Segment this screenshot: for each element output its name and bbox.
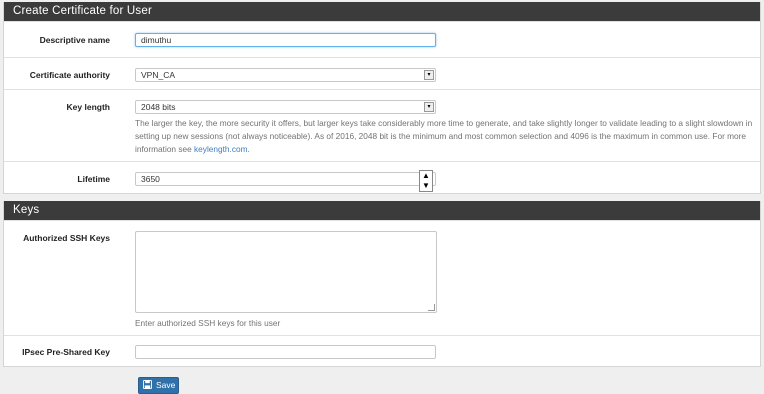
- certificate-authority-select[interactable]: VPN_CA ▾: [135, 68, 436, 82]
- floppy-disk-icon: [143, 380, 152, 389]
- keys-heading: Keys: [4, 201, 760, 220]
- key-length-selected: 2048 bits: [141, 102, 176, 112]
- descriptive-name-row: Descriptive name dimuthu: [4, 21, 760, 57]
- keys-panel: Keys Authorized SSH Keys Enter authorize…: [3, 201, 761, 367]
- lifetime-value: 3650: [141, 174, 160, 184]
- create-certificate-heading: Create Certificate for User: [4, 2, 760, 21]
- key-length-select[interactable]: 2048 bits ▾: [135, 100, 436, 114]
- certificate-authority-label: Certificate authority: [29, 70, 110, 80]
- lifetime-input[interactable]: 3650 ▲ ▼: [135, 170, 436, 192]
- key-length-help-end: .: [247, 144, 250, 154]
- ssh-keys-label: Authorized SSH Keys: [23, 233, 110, 243]
- dropdown-arrow-icon: ▾: [424, 102, 434, 112]
- spin-up-icon[interactable]: ▲: [420, 171, 432, 181]
- ssh-keys-row: Authorized SSH Keys Enter authorized SSH…: [4, 220, 760, 335]
- ssh-keys-help: Enter authorized SSH keys for this user: [135, 318, 281, 328]
- save-label: Save: [156, 380, 176, 390]
- ipsec-psk-label: IPsec Pre-Shared Key: [22, 347, 110, 357]
- descriptive-name-label: Descriptive name: [39, 35, 110, 45]
- descriptive-name-input[interactable]: dimuthu: [135, 33, 436, 47]
- create-certificate-panel: Create Certificate for User Descriptive …: [3, 2, 761, 194]
- keylength-link[interactable]: keylength.com: [194, 144, 248, 154]
- key-length-row: Key length 2048 bits ▾ The larger the ke…: [4, 89, 760, 161]
- lifetime-row: Lifetime 3650 ▲ ▼: [4, 161, 760, 194]
- certificate-authority-row: Certificate authority VPN_CA ▾: [4, 57, 760, 89]
- ipsec-psk-row: IPsec Pre-Shared Key: [4, 335, 760, 366]
- key-length-label: Key length: [66, 102, 110, 112]
- spin-down-icon[interactable]: ▼: [420, 181, 432, 191]
- resize-grip-icon[interactable]: [428, 304, 435, 311]
- certificate-authority-selected: VPN_CA: [141, 70, 176, 80]
- save-button[interactable]: Save: [138, 377, 179, 394]
- key-length-help: The larger the key, the more security it…: [135, 117, 764, 156]
- lifetime-spinner[interactable]: ▲ ▼: [419, 170, 433, 192]
- ssh-keys-textarea[interactable]: [135, 231, 437, 313]
- lifetime-label: Lifetime: [77, 174, 110, 184]
- dropdown-arrow-icon: ▾: [424, 70, 434, 80]
- ipsec-psk-input[interactable]: [135, 345, 436, 359]
